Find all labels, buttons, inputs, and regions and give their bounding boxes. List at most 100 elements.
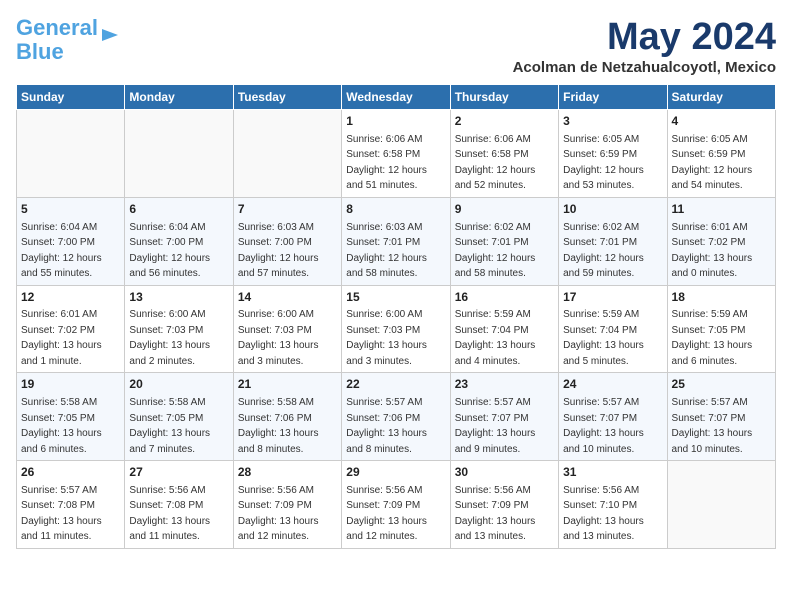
day-number: 31 [563, 464, 662, 481]
day-info: Sunrise: 6:03 AM Sunset: 7:00 PM Dayligh… [238, 222, 319, 280]
day-info: Sunrise: 6:00 AM Sunset: 7:03 PM Dayligh… [238, 309, 319, 367]
logo-text: GeneralBlue [16, 16, 98, 64]
day-cell: 3Sunrise: 6:05 AM Sunset: 6:59 PM Daylig… [559, 110, 667, 198]
calendar-table: SundayMondayTuesdayWednesdayThursdayFrid… [16, 84, 776, 549]
day-number: 22 [346, 376, 445, 393]
day-info: Sunrise: 5:58 AM Sunset: 7:05 PM Dayligh… [129, 397, 210, 455]
day-cell: 1 Sunrise: 6:06 AM Sunset: 6:58 PM Daylig… [342, 110, 450, 198]
day-number: 13 [129, 289, 228, 306]
day-number: 9 [455, 201, 554, 218]
day-info: Sunrise: 6:05 AM Sunset: 6:59 PM Dayligh… [672, 134, 753, 192]
col-header-monday: Monday [125, 85, 233, 110]
day-cell [233, 110, 341, 198]
day-info: Sunrise: 6:04 AM Sunset: 7:00 PM Dayligh… [129, 222, 210, 280]
day-number: 7 [238, 201, 337, 218]
day-cell: 19Sunrise: 5:58 AM Sunset: 7:05 PM Dayli… [17, 373, 125, 461]
day-cell: 23 Sunrise: 5:57 AM Sunset: 7:07 PM Dayli… [450, 373, 558, 461]
day-cell: 6 Sunrise: 6:04 AM Sunset: 7:00 PM Daylig… [125, 197, 233, 285]
header-row: SundayMondayTuesdayWednesdayThursdayFrid… [17, 85, 776, 110]
day-cell: 31 Sunrise: 5:56 AM Sunset: 7:10 PM Dayli… [559, 461, 667, 549]
day-info: Sunrise: 6:05 AM Sunset: 6:59 PM Dayligh… [563, 134, 644, 192]
day-info: Sunrise: 5:57 AM Sunset: 7:06 PM Dayligh… [346, 397, 427, 455]
day-cell: 22 Sunrise: 5:57 AM Sunset: 7:06 PM Dayli… [342, 373, 450, 461]
col-header-thursday: Thursday [450, 85, 558, 110]
day-number: 15 [346, 289, 445, 306]
col-header-friday: Friday [559, 85, 667, 110]
day-info: Sunrise: 5:59 AM Sunset: 7:04 PM Dayligh… [455, 309, 536, 367]
day-cell [17, 110, 125, 198]
day-number: 4 [672, 113, 771, 130]
day-cell: 4 Sunrise: 6:05 AM Sunset: 6:59 PM Daylig… [667, 110, 775, 198]
day-cell: 16Sunrise: 5:59 AM Sunset: 7:04 PM Dayli… [450, 285, 558, 373]
day-number: 1 [346, 113, 445, 130]
day-number: 10 [563, 201, 662, 218]
day-info: Sunrise: 6:00 AM Sunset: 7:03 PM Dayligh… [346, 309, 427, 367]
day-info: Sunrise: 5:59 AM Sunset: 7:04 PM Dayligh… [563, 309, 644, 367]
day-cell: 13 Sunrise: 6:00 AM Sunset: 7:03 PM Dayli… [125, 285, 233, 373]
logo-arrow-icon [100, 25, 120, 45]
day-cell: 25 Sunrise: 5:57 AM Sunset: 7:07 PM Dayli… [667, 373, 775, 461]
col-header-saturday: Saturday [667, 85, 775, 110]
day-cell: 18 Sunrise: 5:59 AM Sunset: 7:05 PM Dayli… [667, 285, 775, 373]
day-number: 21 [238, 376, 337, 393]
day-number: 25 [672, 376, 771, 393]
day-number: 11 [672, 201, 771, 218]
day-cell: 11 Sunrise: 6:01 AM Sunset: 7:02 PM Dayli… [667, 197, 775, 285]
day-number: 20 [129, 376, 228, 393]
day-info: Sunrise: 5:57 AM Sunset: 7:08 PM Dayligh… [21, 485, 102, 543]
day-cell: 30Sunrise: 5:56 AM Sunset: 7:09 PM Dayli… [450, 461, 558, 549]
page-header: GeneralBlue May 2024 Acolman de Netzahua… [16, 16, 776, 76]
day-number: 29 [346, 464, 445, 481]
day-cell: 26 Sunrise: 5:57 AM Sunset: 7:08 PM Dayli… [17, 461, 125, 549]
day-number: 23 [455, 376, 554, 393]
day-cell: 28Sunrise: 5:56 AM Sunset: 7:09 PM Dayli… [233, 461, 341, 549]
day-info: Sunrise: 6:03 AM Sunset: 7:01 PM Dayligh… [346, 222, 427, 280]
week-row-3: 12 Sunrise: 6:01 AM Sunset: 7:02 PM Dayli… [17, 285, 776, 373]
day-cell [125, 110, 233, 198]
col-header-wednesday: Wednesday [342, 85, 450, 110]
day-number: 5 [21, 201, 120, 218]
day-number: 6 [129, 201, 228, 218]
day-cell: 9Sunrise: 6:02 AM Sunset: 7:01 PM Daylig… [450, 197, 558, 285]
day-number: 14 [238, 289, 337, 306]
day-info: Sunrise: 5:57 AM Sunset: 7:07 PM Dayligh… [563, 397, 644, 455]
title-area: May 2024 Acolman de Netzahualcoyotl, Mex… [513, 16, 776, 76]
day-number: 18 [672, 289, 771, 306]
day-cell: 17Sunrise: 5:59 AM Sunset: 7:04 PM Dayli… [559, 285, 667, 373]
day-number: 30 [455, 464, 554, 481]
week-row-4: 19 Sunrise: 5:58 AM Sunset: 7:05 PM Dayli… [17, 373, 776, 461]
day-number: 8 [346, 201, 445, 218]
day-info: Sunrise: 5:59 AM Sunset: 7:05 PM Dayligh… [672, 309, 753, 367]
week-row-5: 26 Sunrise: 5:57 AM Sunset: 7:08 PM Dayli… [17, 461, 776, 549]
day-info: Sunrise: 5:56 AM Sunset: 7:08 PM Dayligh… [129, 485, 210, 543]
day-number: 2 [455, 113, 554, 130]
day-info: Sunrise: 5:57 AM Sunset: 7:07 PM Dayligh… [455, 397, 536, 455]
day-info: Sunrise: 6:04 AM Sunset: 7:00 PM Dayligh… [21, 222, 102, 280]
day-number: 12 [21, 289, 120, 306]
day-cell: 7 Sunrise: 6:03 AM Sunset: 7:00 PM Daylig… [233, 197, 341, 285]
day-cell [667, 461, 775, 549]
day-info: Sunrise: 6:06 AM Sunset: 6:58 PM Dayligh… [455, 134, 536, 192]
day-number: 19 [21, 376, 120, 393]
week-row-2: 5 Sunrise: 6:04 AM Sunset: 7:00 PM Daylig… [17, 197, 776, 285]
day-info: Sunrise: 5:57 AM Sunset: 7:07 PM Dayligh… [672, 397, 753, 455]
day-cell: 15 Sunrise: 6:00 AM Sunset: 7:03 PM Dayli… [342, 285, 450, 373]
day-cell: 29Sunrise: 5:56 AM Sunset: 7:09 PM Dayli… [342, 461, 450, 549]
col-header-sunday: Sunday [17, 85, 125, 110]
day-cell: 27 Sunrise: 5:56 AM Sunset: 7:08 PM Dayli… [125, 461, 233, 549]
col-header-tuesday: Tuesday [233, 85, 341, 110]
day-info: Sunrise: 6:02 AM Sunset: 7:01 PM Dayligh… [563, 222, 644, 280]
day-cell: 21Sunrise: 5:58 AM Sunset: 7:06 PM Dayli… [233, 373, 341, 461]
day-number: 26 [21, 464, 120, 481]
day-info: Sunrise: 5:56 AM Sunset: 7:10 PM Dayligh… [563, 485, 644, 543]
day-number: 27 [129, 464, 228, 481]
day-info: Sunrise: 6:01 AM Sunset: 7:02 PM Dayligh… [672, 222, 753, 280]
day-info: Sunrise: 6:06 AM Sunset: 6:58 PM Dayligh… [346, 134, 427, 192]
day-cell: 5 Sunrise: 6:04 AM Sunset: 7:00 PM Daylig… [17, 197, 125, 285]
day-info: Sunrise: 6:00 AM Sunset: 7:03 PM Dayligh… [129, 309, 210, 367]
day-cell: 8 Sunrise: 6:03 AM Sunset: 7:01 PM Daylig… [342, 197, 450, 285]
day-cell: 14 Sunrise: 6:00 AM Sunset: 7:03 PM Dayli… [233, 285, 341, 373]
day-info: Sunrise: 6:01 AM Sunset: 7:02 PM Dayligh… [21, 309, 102, 367]
day-cell: 2 Sunrise: 6:06 AM Sunset: 6:58 PM Daylig… [450, 110, 558, 198]
day-cell: 10 Sunrise: 6:02 AM Sunset: 7:01 PM Dayli… [559, 197, 667, 285]
